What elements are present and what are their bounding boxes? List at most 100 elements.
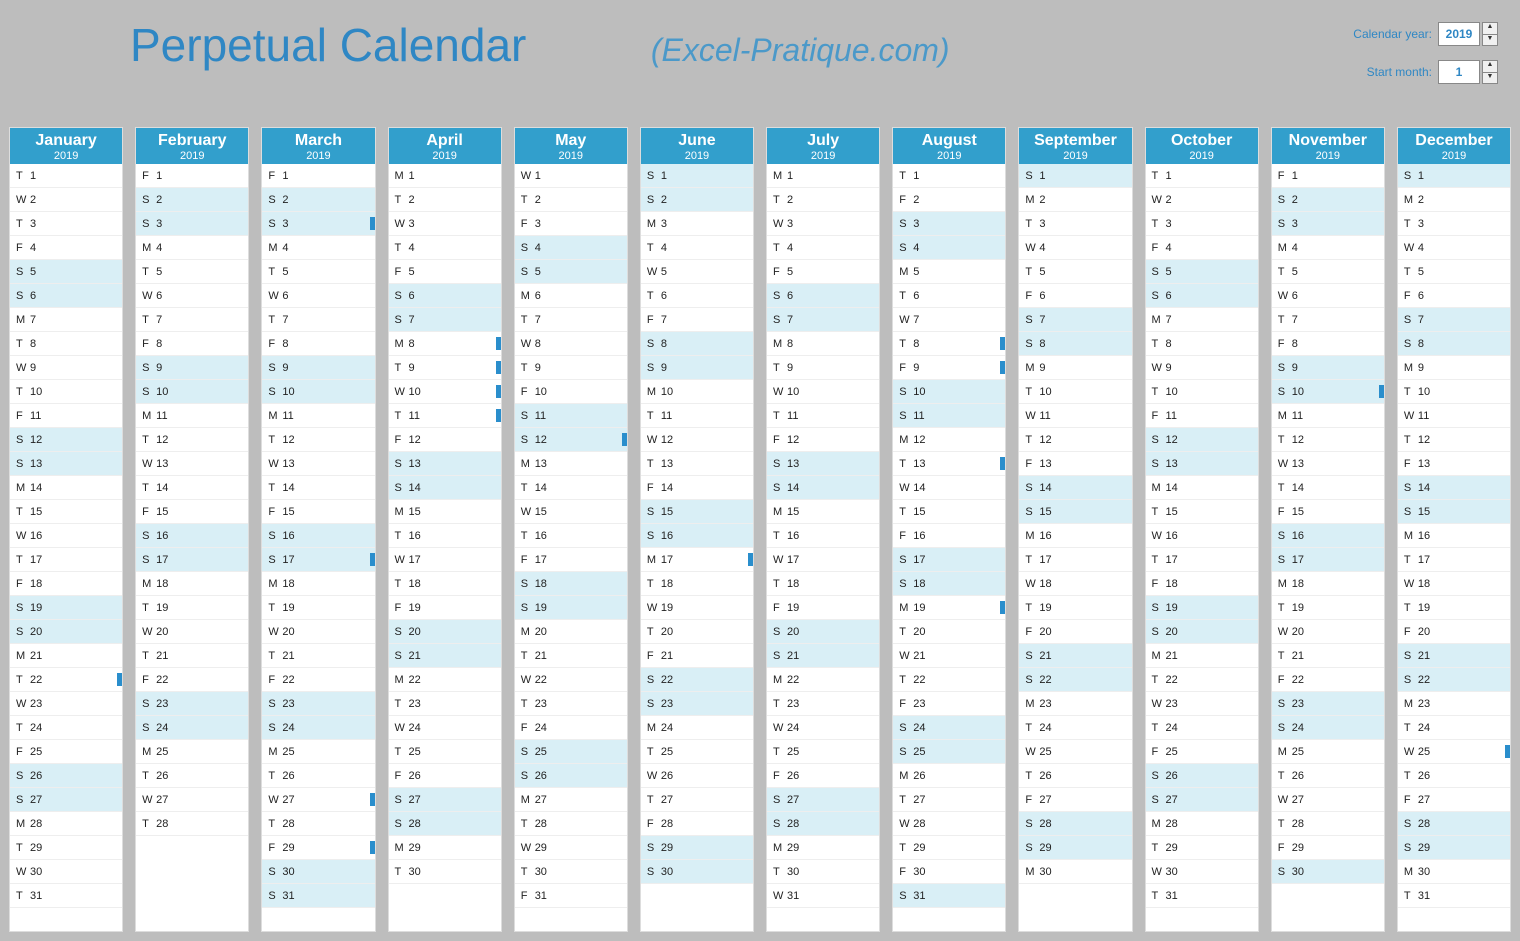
- day-cell[interactable]: S8: [641, 332, 753, 356]
- day-cell[interactable]: W25: [1398, 740, 1510, 764]
- day-cell[interactable]: F13: [1019, 452, 1131, 476]
- day-cell[interactable]: T9: [515, 356, 627, 380]
- day-cell[interactable]: F26: [389, 764, 501, 788]
- day-cell[interactable]: F15: [262, 500, 374, 524]
- day-cell[interactable]: F3: [515, 212, 627, 236]
- day-cell[interactable]: F22: [262, 668, 374, 692]
- day-cell[interactable]: T1: [1146, 164, 1258, 188]
- day-cell[interactable]: W30: [1146, 860, 1258, 884]
- day-cell[interactable]: T14: [262, 476, 374, 500]
- day-cell[interactable]: S24: [262, 716, 374, 740]
- day-cell[interactable]: W21: [893, 644, 1005, 668]
- day-cell[interactable]: M8: [767, 332, 879, 356]
- day-cell[interactable]: M9: [1019, 356, 1131, 380]
- day-cell[interactable]: T7: [1272, 308, 1384, 332]
- day-cell[interactable]: T22: [893, 668, 1005, 692]
- day-cell[interactable]: T25: [641, 740, 753, 764]
- day-cell[interactable]: F15: [1272, 500, 1384, 524]
- day-cell[interactable]: T12: [1398, 428, 1510, 452]
- day-cell[interactable]: S1: [641, 164, 753, 188]
- day-cell[interactable]: M8: [389, 332, 501, 356]
- day-cell[interactable]: T14: [515, 476, 627, 500]
- day-cell[interactable]: S15: [641, 500, 753, 524]
- day-cell[interactable]: F11: [10, 404, 122, 428]
- day-cell[interactable]: T30: [767, 860, 879, 884]
- day-cell[interactable]: W13: [262, 452, 374, 476]
- day-cell[interactable]: S7: [1019, 308, 1131, 332]
- day-cell[interactable]: T17: [10, 548, 122, 572]
- day-cell[interactable]: T13: [641, 452, 753, 476]
- day-cell[interactable]: W29: [515, 836, 627, 860]
- day-cell[interactable]: M30: [1398, 860, 1510, 884]
- day-cell[interactable]: S5: [515, 260, 627, 284]
- day-cell[interactable]: T14: [1272, 476, 1384, 500]
- day-cell[interactable]: S27: [10, 788, 122, 812]
- day-cell[interactable]: S23: [641, 692, 753, 716]
- day-cell[interactable]: W16: [1146, 524, 1258, 548]
- day-cell[interactable]: S17: [893, 548, 1005, 572]
- day-cell[interactable]: M25: [1272, 740, 1384, 764]
- day-cell[interactable]: S27: [767, 788, 879, 812]
- day-cell[interactable]: S23: [1272, 692, 1384, 716]
- day-cell[interactable]: F25: [1146, 740, 1258, 764]
- day-cell[interactable]: T22: [1146, 668, 1258, 692]
- day-cell[interactable]: F29: [262, 836, 374, 860]
- day-cell[interactable]: W11: [1398, 404, 1510, 428]
- day-cell[interactable]: S4: [515, 236, 627, 260]
- day-cell[interactable]: S4: [893, 236, 1005, 260]
- day-cell[interactable]: S16: [1272, 524, 1384, 548]
- day-cell[interactable]: F19: [767, 596, 879, 620]
- day-cell[interactable]: F11: [1146, 404, 1258, 428]
- day-cell[interactable]: T24: [10, 716, 122, 740]
- day-cell[interactable]: T21: [136, 644, 248, 668]
- day-cell[interactable]: M28: [10, 812, 122, 836]
- day-cell[interactable]: F1: [262, 164, 374, 188]
- day-cell[interactable]: M14: [1146, 476, 1258, 500]
- day-cell[interactable]: S10: [1272, 380, 1384, 404]
- day-cell[interactable]: T24: [1019, 716, 1131, 740]
- day-cell[interactable]: F8: [136, 332, 248, 356]
- day-cell[interactable]: T29: [10, 836, 122, 860]
- day-cell[interactable]: T6: [641, 284, 753, 308]
- day-cell[interactable]: T3: [1019, 212, 1131, 236]
- day-cell[interactable]: T24: [1146, 716, 1258, 740]
- day-cell[interactable]: F26: [767, 764, 879, 788]
- day-cell[interactable]: S14: [1398, 476, 1510, 500]
- day-cell[interactable]: S9: [1272, 356, 1384, 380]
- chevron-up-icon[interactable]: ▲: [1482, 22, 1498, 34]
- day-cell[interactable]: M28: [1146, 812, 1258, 836]
- day-cell[interactable]: W27: [262, 788, 374, 812]
- day-cell[interactable]: T28: [136, 812, 248, 836]
- day-cell[interactable]: S30: [641, 860, 753, 884]
- day-cell[interactable]: M17: [641, 548, 753, 572]
- day-cell[interactable]: S29: [641, 836, 753, 860]
- day-cell[interactable]: T18: [641, 572, 753, 596]
- day-cell[interactable]: T23: [389, 692, 501, 716]
- day-cell[interactable]: S27: [389, 788, 501, 812]
- day-cell[interactable]: F20: [1398, 620, 1510, 644]
- day-cell[interactable]: T12: [1272, 428, 1384, 452]
- day-cell[interactable]: S16: [136, 524, 248, 548]
- day-cell[interactable]: S2: [262, 188, 374, 212]
- day-cell[interactable]: F22: [1272, 668, 1384, 692]
- day-cell[interactable]: S26: [515, 764, 627, 788]
- chevron-down-icon[interactable]: ▼: [1482, 34, 1498, 46]
- day-cell[interactable]: S30: [262, 860, 374, 884]
- day-cell[interactable]: S21: [1019, 644, 1131, 668]
- day-cell[interactable]: W9: [1146, 356, 1258, 380]
- day-cell[interactable]: M24: [641, 716, 753, 740]
- day-cell[interactable]: S13: [767, 452, 879, 476]
- day-cell[interactable]: T17: [1146, 548, 1258, 572]
- day-cell[interactable]: T7: [515, 308, 627, 332]
- day-cell[interactable]: S16: [641, 524, 753, 548]
- day-cell[interactable]: W18: [1019, 572, 1131, 596]
- day-cell[interactable]: F10: [515, 380, 627, 404]
- day-cell[interactable]: S8: [1019, 332, 1131, 356]
- day-cell[interactable]: T12: [136, 428, 248, 452]
- day-cell[interactable]: S6: [10, 284, 122, 308]
- day-cell[interactable]: W20: [136, 620, 248, 644]
- day-cell[interactable]: T7: [262, 308, 374, 332]
- day-cell[interactable]: F6: [1019, 284, 1131, 308]
- day-cell[interactable]: T28: [1272, 812, 1384, 836]
- month-spinner[interactable]: ▲ ▼: [1482, 60, 1498, 84]
